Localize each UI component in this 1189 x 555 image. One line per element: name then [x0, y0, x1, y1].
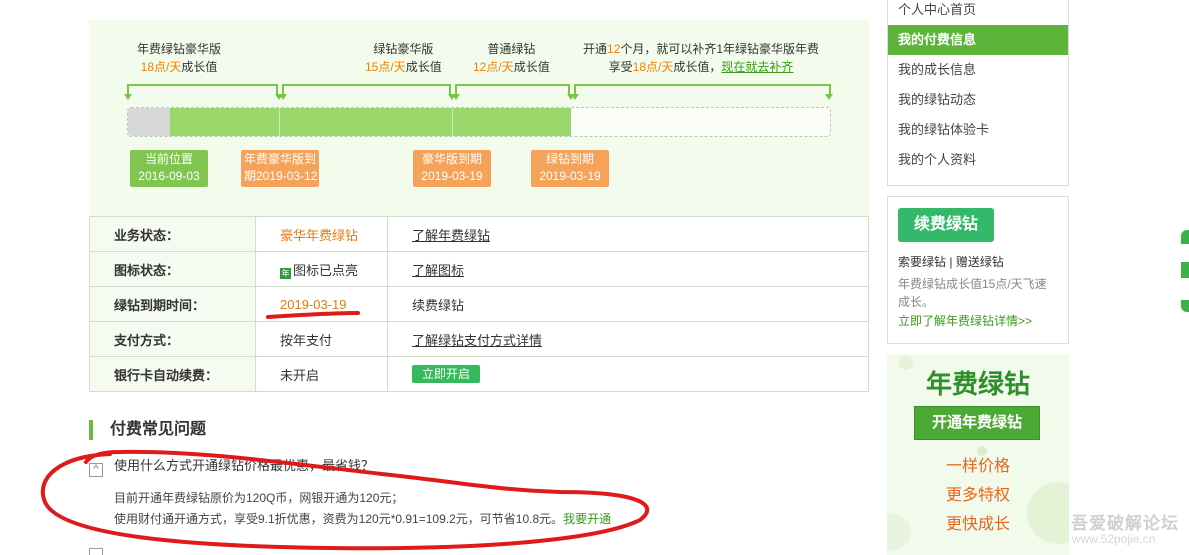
- promo-feature: 更多特权: [945, 487, 1010, 504]
- annual-promo-banner: 年费绿钻 开通年费绿钻 一样价格 更多特权 更快成长: [887, 354, 1069, 555]
- renew-description: 年费绿钻成长值15点/天飞速成长。: [898, 277, 1047, 309]
- sidebar-item-payment-info[interactable]: 我的付费信息: [888, 25, 1068, 55]
- edge-tab-icon[interactable]: [1181, 230, 1189, 244]
- sidebar-item-activity[interactable]: 我的绿钻动态: [888, 85, 1068, 115]
- promo-feature: 更快成长: [945, 516, 1010, 533]
- circle-annotation: [40, 449, 650, 551]
- promo-title: 年费绿钻: [925, 369, 1030, 399]
- renew-button[interactable]: 续费绿钻: [898, 208, 994, 242]
- promo-feature: 一样价格: [945, 458, 1010, 475]
- gift-link[interactable]: 赠送绿钻: [956, 255, 1004, 269]
- sidebar-item-home[interactable]: 个人中心首页: [888, 0, 1068, 25]
- edge-tab-icon[interactable]: [1181, 262, 1189, 278]
- request-link[interactable]: 索要绿钻: [898, 255, 946, 269]
- underline-annotation: [266, 311, 360, 319]
- watermark-text: 吾爱破解论坛: [1071, 514, 1179, 533]
- watermark-url: www.52pojie.cn: [1072, 532, 1156, 546]
- sidebar-item-profile[interactable]: 我的个人资料: [888, 145, 1068, 175]
- learn-more-link[interactable]: 立即了解年费绿钻详情>>: [898, 312, 1032, 329]
- open-annual-button[interactable]: 开通年费绿钻: [914, 406, 1040, 440]
- edge-tab-icon[interactable]: [1181, 300, 1189, 312]
- renew-panel: 续费绿钻 索要绿钻 | 赠送绿钻 年费绿钻成长值15点/天飞速成长。 立即了解年…: [887, 196, 1069, 344]
- sidebar-item-trial-card[interactable]: 我的绿钻体验卡: [888, 115, 1068, 145]
- sidebar-item-growth-info[interactable]: 我的成长信息: [888, 55, 1068, 85]
- sidebar-nav: 个人中心首页 我的付费信息 我的成长信息 我的绿钻动态 我的绿钻体验卡 我的个人…: [887, 0, 1069, 186]
